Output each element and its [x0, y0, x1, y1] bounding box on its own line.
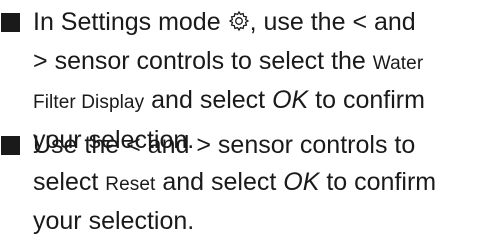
right-symbol: > [196, 131, 211, 159]
text-segment: sensor controls to select the [54, 46, 366, 75]
text-segment: , use the [249, 8, 346, 36]
left-symbol: < [352, 8, 368, 36]
ui-label-water-filter-display: Water [372, 52, 424, 74]
instruction-text-2: Use the < and > sensor controls to selec… [33, 127, 482, 240]
text-segment: to confirm [326, 167, 437, 196]
square-bullet-icon [1, 13, 20, 32]
text-segment: Use the [33, 131, 120, 159]
text-segment: sensor controls to [217, 131, 416, 159]
ui-label-water-filter-display: Filter Display [33, 92, 145, 113]
square-bullet-icon [1, 136, 20, 155]
text-segment: your selection. [33, 207, 195, 235]
ok-label: OK [272, 86, 309, 114]
right-symbol: > [33, 46, 48, 75]
text-segment: select [33, 167, 99, 196]
text-segment: and select [162, 167, 277, 196]
text-segment: and [374, 8, 416, 36]
instruction-item-2: Use the < and > sensor controls to selec… [0, 127, 482, 240]
text-segment: In Settings mode [33, 8, 221, 36]
text-segment: and select [151, 86, 266, 114]
ok-label: OK [283, 167, 320, 196]
ui-label-reset: Reset [105, 173, 156, 195]
text-segment: and [147, 131, 190, 159]
text-segment: to confirm [315, 86, 425, 114]
instruction-list: In Settings mode , use the < and > senso… [0, 0, 482, 240]
gear-icon [228, 6, 250, 43]
left-symbol: < [126, 131, 141, 159]
